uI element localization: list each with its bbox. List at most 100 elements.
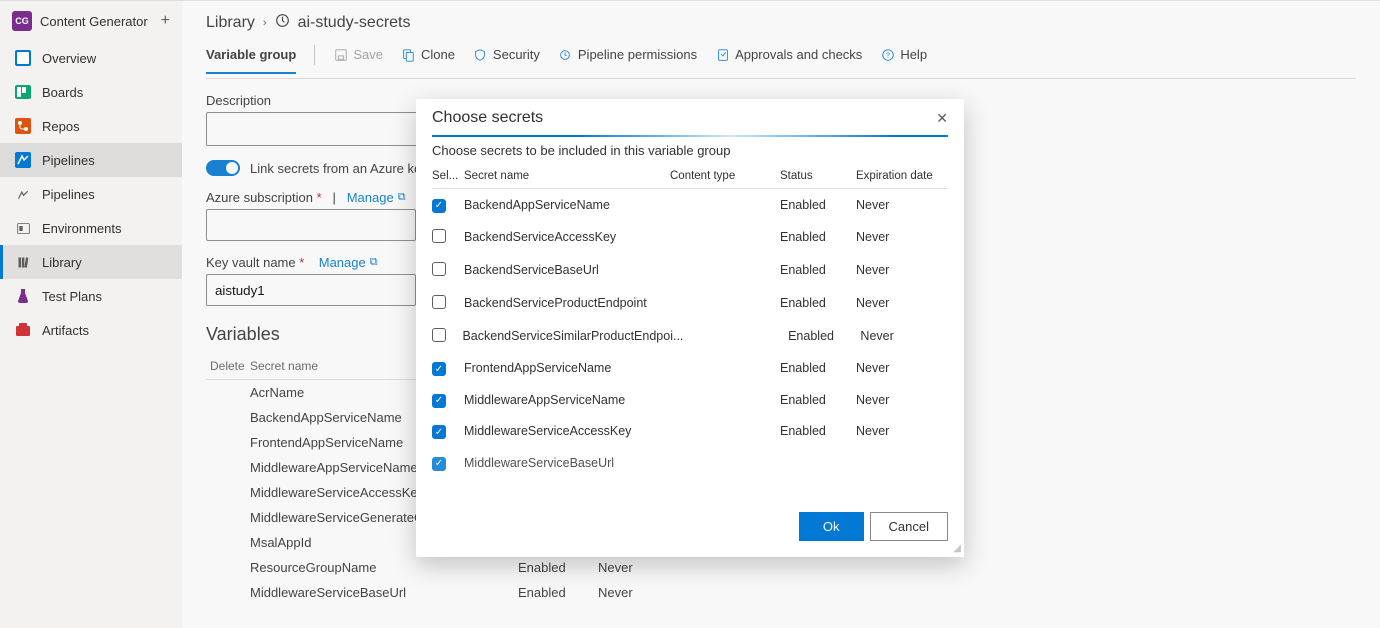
add-project-icon[interactable]: +: [161, 12, 170, 30]
approvals-button[interactable]: Approvals and checks: [715, 47, 862, 72]
breadcrumb: Library › ai-study-secrets: [206, 13, 1356, 33]
list-item[interactable]: ✓FrontendAppServiceNameEnabledNever: [432, 353, 948, 385]
pin-icon[interactable]: [275, 13, 290, 33]
sidebar-item-pipelines[interactable]: Pipelines: [0, 143, 182, 177]
expiration-cell: Never: [598, 585, 718, 600]
artifacts-icon: [14, 321, 32, 339]
list-item[interactable]: ✓ MiddlewareServiceBaseUrl: [432, 447, 948, 479]
sidebar-item-testplans[interactable]: Test Plans: [0, 279, 182, 313]
list-item[interactable]: BackendServiceProductEndpointEnabledNeve…: [432, 287, 948, 320]
page-title: ai-study-secrets: [298, 14, 411, 32]
chevron-right-icon: ›: [263, 17, 267, 29]
dialog-col-name[interactable]: Secret name: [464, 170, 670, 182]
sidebar-item-label: Boards: [42, 85, 83, 100]
checkbox[interactable]: ✓: [432, 394, 446, 408]
list-item[interactable]: BackendServiceSimilarProductEndpoi... Ena…: [432, 320, 948, 353]
toolbar-separator: [314, 45, 315, 65]
dialog-rows: ✓BackendAppServiceNameEnabledNeverBacken…: [416, 189, 964, 504]
sidebar-subnav-library[interactable]: Library: [0, 245, 182, 279]
status-cell: Enabled: [788, 329, 860, 343]
list-item[interactable]: ✓BackendAppServiceNameEnabledNever: [432, 189, 948, 221]
library-icon: [14, 253, 32, 271]
pipeline-perm-icon: [558, 47, 573, 62]
svg-text:?: ?: [886, 52, 890, 59]
resize-handle-icon[interactable]: ◢: [953, 543, 961, 554]
pipeline-permissions-button[interactable]: Pipeline permissions: [558, 47, 697, 72]
list-item[interactable]: ✓MiddlewareServiceAccessKeyEnabledNever: [432, 416, 948, 448]
cancel-button[interactable]: Cancel: [870, 512, 948, 541]
clone-button[interactable]: Clone: [401, 47, 455, 72]
status-cell: Enabled: [780, 393, 856, 407]
checkbox[interactable]: ✓: [432, 425, 446, 439]
list-item[interactable]: BackendServiceBaseUrlEnabledNever: [432, 254, 948, 287]
secret-name-cell: BackendServiceBaseUrl: [464, 263, 670, 277]
sidebar-item-repos[interactable]: Repos: [0, 109, 182, 143]
azure-subscription-input[interactable]: [206, 209, 416, 241]
col-delete: Delete: [210, 359, 250, 373]
tabs: Variable group Save Clone Security Pipel…: [206, 41, 1356, 79]
sidebar-item-overview[interactable]: Overview: [0, 41, 182, 75]
checkbox[interactable]: [432, 229, 446, 243]
sidebar-item-label: Environments: [42, 221, 121, 236]
help-icon: ?: [880, 47, 895, 62]
security-button[interactable]: Security: [473, 47, 540, 72]
expiration-cell: Never: [856, 424, 948, 438]
dialog-col-status[interactable]: Status: [780, 170, 856, 182]
checkbox[interactable]: ✓: [432, 362, 446, 376]
status-cell: Enabled: [518, 560, 598, 575]
boards-icon: [14, 83, 32, 101]
sidebar-item-label: Repos: [42, 119, 80, 134]
save-button: Save: [333, 47, 383, 72]
manage-subscription-link[interactable]: Manage⧉: [347, 190, 406, 205]
secret-name-cell: FrontendAppServiceName: [464, 361, 670, 375]
dialog-col-content-type[interactable]: Content type: [670, 170, 780, 182]
link-keyvault-toggle[interactable]: [206, 160, 240, 176]
secret-name-cell: MiddlewareAppServiceName: [464, 393, 670, 407]
approvals-icon: [715, 47, 730, 62]
secret-name-cell: MiddlewareServiceAccessKey: [464, 424, 670, 438]
list-item[interactable]: ✓MiddlewareAppServiceNameEnabledNever: [432, 384, 948, 416]
project-name: Content Generator: [40, 14, 148, 29]
key-vault-input[interactable]: [206, 274, 416, 306]
project-header[interactable]: CG Content Generator +: [0, 1, 182, 41]
overview-icon: [14, 49, 32, 67]
testplans-icon: [14, 287, 32, 305]
dialog-progress-bar: [432, 135, 948, 137]
manage-keyvault-link[interactable]: Manage⧉: [319, 255, 378, 270]
status-cell: Enabled: [780, 230, 856, 244]
expiration-cell: Never: [856, 361, 948, 375]
close-icon[interactable]: ✕: [936, 110, 948, 127]
external-link-icon: ⧉: [398, 191, 406, 204]
sidebar-subnav-environments[interactable]: Environments: [0, 211, 182, 245]
dialog-table-header: Sel... Secret name Content type Status E…: [432, 166, 948, 189]
sidebar-item-artifacts[interactable]: Artifacts: [0, 313, 182, 347]
status-cell: Enabled: [780, 296, 856, 310]
list-item[interactable]: BackendServiceAccessKeyEnabledNever: [432, 221, 948, 254]
breadcrumb-library[interactable]: Library: [206, 14, 255, 32]
dialog-col-sel[interactable]: Sel...: [432, 170, 464, 182]
expiration-cell: Never: [598, 560, 718, 575]
sidebar-item-boards[interactable]: Boards: [0, 75, 182, 109]
clone-icon: [401, 47, 416, 62]
checkbox[interactable]: ✓: [432, 199, 446, 213]
secret-name-cell: MiddlewareServiceBaseUrl: [464, 456, 670, 470]
ok-button[interactable]: Ok: [799, 512, 864, 541]
external-link-icon: ⧉: [370, 256, 378, 269]
choose-secrets-dialog: Choose secrets ✕ Choose secrets to be in…: [416, 99, 964, 557]
dialog-col-expiration[interactable]: Expiration date: [856, 170, 948, 182]
checkbox[interactable]: [432, 328, 446, 342]
sidebar-item-label: Library: [42, 255, 82, 270]
expiration-cell: Never: [856, 263, 948, 277]
shield-icon: [473, 47, 488, 62]
tab-variable-group[interactable]: Variable group: [206, 47, 296, 74]
table-row[interactable]: ResourceGroupNameEnabledNever: [206, 555, 722, 580]
checkbox[interactable]: [432, 262, 446, 276]
sidebar-item-label: Overview: [42, 51, 96, 66]
checkbox[interactable]: [432, 295, 446, 309]
secret-name-cell: BackendServiceSimilarProductEndpoi...: [462, 329, 683, 343]
sidebar: CG Content Generator + Overview Boards R…: [0, 1, 182, 628]
checkbox[interactable]: ✓: [432, 457, 446, 471]
table-row[interactable]: MiddlewareServiceBaseUrlEnabledNever: [206, 580, 722, 605]
help-button[interactable]: ? Help: [880, 47, 927, 72]
sidebar-subnav-pipelines[interactable]: Pipelines: [0, 177, 182, 211]
